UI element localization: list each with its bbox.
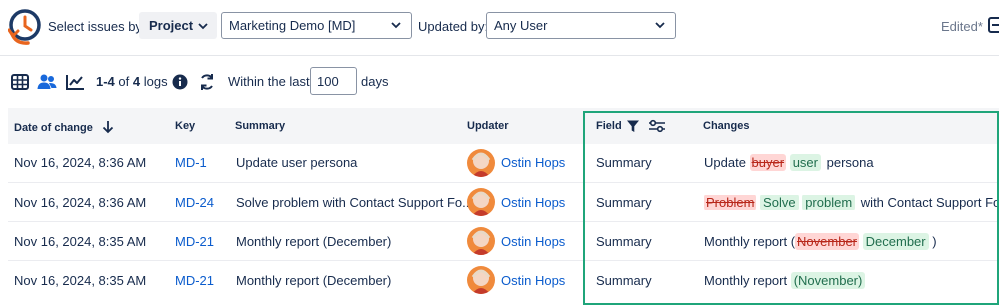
header-divider: [0, 55, 999, 56]
chart-view-icon[interactable]: [65, 72, 85, 92]
avatar[interactable]: [467, 149, 495, 177]
row-1-summary: Update user persona: [236, 155, 358, 170]
sort-down-arrow-icon: [102, 121, 114, 134]
range-of: of: [118, 74, 130, 89]
date-header-label: Date of change: [14, 122, 93, 134]
total-value: 4: [132, 74, 141, 89]
info-icon[interactable]: [172, 74, 188, 90]
changes-highlight-box: [583, 111, 999, 305]
row-2-summary: Solve problem with Contact Support Fo...: [236, 195, 474, 210]
chevron-down-icon: [198, 23, 208, 30]
history-clock-icon: [7, 8, 44, 46]
within-last-label: Within the last:: [228, 74, 314, 89]
row-3-date: Nov 16, 2024, 8:35 AM: [14, 234, 147, 249]
column-header-key[interactable]: Key: [175, 120, 195, 132]
row-2-date: Nov 16, 2024, 8:36 AM: [14, 195, 147, 210]
project-select-value: Marketing Demo [MD]: [229, 18, 356, 33]
column-header-date[interactable]: Date of change: [14, 120, 114, 134]
column-header-updater[interactable]: Updater: [467, 120, 509, 132]
logs-label: logs: [143, 74, 168, 89]
column-header-summary[interactable]: Summary: [235, 120, 285, 132]
row-4-key-link[interactable]: MD-21: [175, 273, 214, 288]
chevron-down-icon: [655, 22, 665, 29]
updated-by-select[interactable]: Any User: [486, 12, 676, 39]
chevron-down-icon: [391, 22, 401, 29]
row-3-key-link[interactable]: MD-21: [175, 234, 214, 249]
row-3-summary: Monthly report (December): [236, 234, 392, 249]
days-label: days: [361, 74, 389, 89]
row-1-updater-link[interactable]: Ostin Hops: [501, 155, 565, 170]
project-dropdown-button[interactable]: Project: [139, 12, 217, 39]
users-view-icon[interactable]: [37, 72, 57, 92]
row-4-summary: Monthly report (December): [236, 273, 392, 288]
edited-status: Edited*: [941, 19, 983, 34]
select-issues-label: Select issues by:: [48, 19, 146, 34]
row-4-date: Nov 16, 2024, 8:35 AM: [14, 273, 147, 288]
row-1-date: Nov 16, 2024, 8:36 AM: [14, 155, 147, 170]
export-icon[interactable]: [986, 15, 999, 35]
range-value: 1-4: [96, 74, 115, 89]
avatar[interactable]: [467, 227, 495, 255]
refresh-icon[interactable]: [198, 73, 216, 91]
project-select[interactable]: Marketing Demo [MD]: [221, 12, 412, 39]
row-2-updater-link[interactable]: Ostin Hops: [501, 195, 565, 210]
row-1-key-link[interactable]: MD-1: [175, 155, 207, 170]
avatar[interactable]: [467, 188, 495, 216]
updated-by-value: Any User: [494, 18, 548, 33]
log-count: 1-4 of 4 logs: [96, 74, 168, 89]
days-value: 100: [317, 73, 339, 89]
row-2-key-link[interactable]: MD-24: [175, 195, 214, 210]
avatar[interactable]: [467, 266, 495, 294]
row-4-updater-link[interactable]: Ostin Hops: [501, 273, 565, 288]
updated-by-label: Updated by:: [418, 19, 489, 34]
days-input[interactable]: 100: [310, 67, 357, 95]
project-button-label: Project: [149, 18, 194, 33]
table-view-icon[interactable]: [10, 72, 30, 92]
row-3-updater-link[interactable]: Ostin Hops: [501, 234, 565, 249]
